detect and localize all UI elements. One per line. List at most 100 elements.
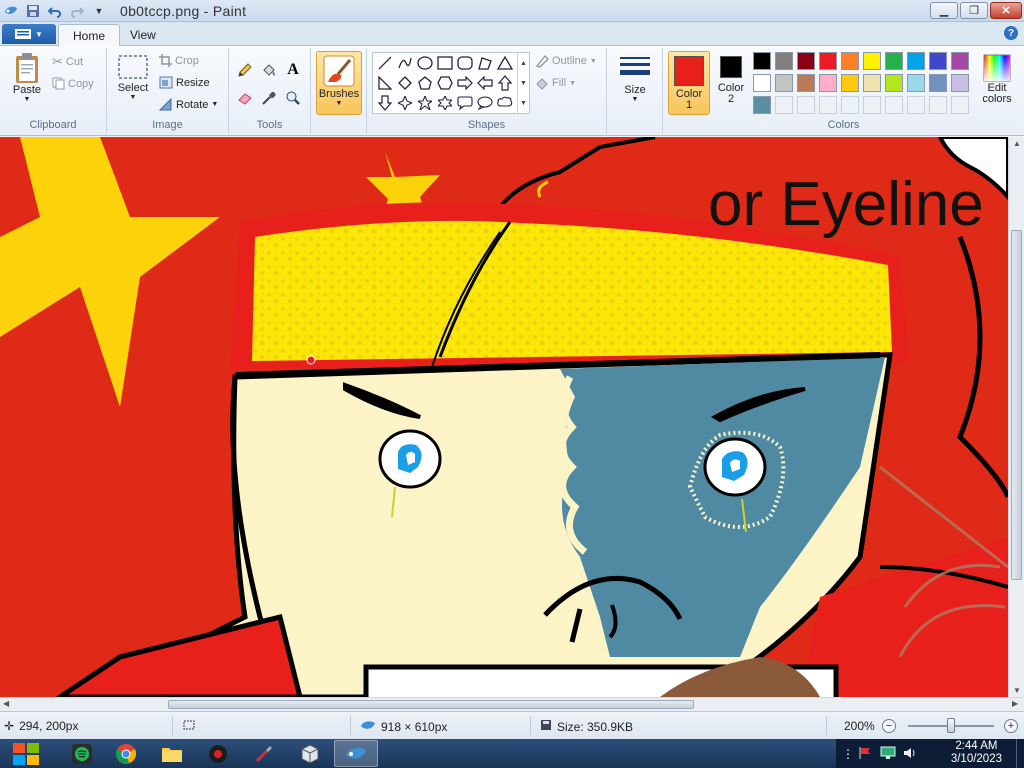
- oval-shape-icon[interactable]: [415, 54, 435, 72]
- palette-swatch-empty[interactable]: [885, 96, 903, 114]
- six-point-star-icon[interactable]: [435, 94, 455, 112]
- oval-callout-icon[interactable]: [475, 94, 495, 112]
- redo-icon[interactable]: [68, 2, 86, 20]
- horizontal-scroll-thumb[interactable]: [168, 700, 694, 709]
- chevron-down-icon[interactable]: ▼: [520, 80, 527, 87]
- close-button[interactable]: ✕: [990, 2, 1022, 19]
- taskbar-file-explorer[interactable]: [150, 740, 194, 767]
- palette-swatch[interactable]: [841, 52, 859, 70]
- palette-swatch-empty[interactable]: [841, 96, 859, 114]
- minimize-button[interactable]: ▁: [930, 2, 958, 19]
- maximize-button[interactable]: ❐: [960, 2, 988, 19]
- crop-button[interactable]: Crop: [159, 54, 199, 67]
- text-tool-icon[interactable]: A: [283, 60, 303, 80]
- palette-swatch-empty[interactable]: [797, 96, 815, 114]
- palette-swatch[interactable]: [753, 96, 771, 114]
- palette-swatch[interactable]: [885, 52, 903, 70]
- rounded-rectangle-shape-icon[interactable]: [455, 54, 475, 72]
- five-point-star-icon[interactable]: [415, 94, 435, 112]
- taskbar-tool[interactable]: [242, 740, 286, 767]
- file-menu-button[interactable]: ▼: [2, 24, 56, 44]
- magnifier-icon[interactable]: [283, 88, 303, 108]
- palette-swatch[interactable]: [775, 74, 793, 92]
- palette-swatch[interactable]: [929, 74, 947, 92]
- zoom-slider-thumb[interactable]: [947, 718, 955, 733]
- vertical-scrollbar[interactable]: ▲ ▼: [1008, 137, 1024, 697]
- palette-swatch-empty[interactable]: [907, 96, 925, 114]
- undo-icon[interactable]: [46, 2, 64, 20]
- scroll-left-icon[interactable]: ◀: [3, 699, 9, 708]
- palette-swatch-empty[interactable]: [929, 96, 947, 114]
- polygon-shape-icon[interactable]: [475, 54, 495, 72]
- flag-icon[interactable]: [858, 746, 872, 765]
- cut-button[interactable]: ✂ Cut: [52, 54, 83, 70]
- palette-swatch[interactable]: [863, 52, 881, 70]
- expand-gallery-icon[interactable]: ▼: [520, 100, 527, 107]
- palette-swatch-empty[interactable]: [951, 96, 969, 114]
- brushes-button[interactable]: Brushes ▼: [316, 51, 362, 115]
- pentagon-shape-icon[interactable]: [415, 74, 435, 92]
- palette-swatch[interactable]: [753, 74, 771, 92]
- resize-button[interactable]: Resize: [159, 76, 210, 89]
- vertical-scroll-thumb[interactable]: [1011, 230, 1022, 580]
- up-arrow-shape-icon[interactable]: [495, 74, 515, 92]
- taskbar-virtualbox[interactable]: [288, 740, 332, 767]
- select-button[interactable]: Select ▼: [115, 54, 151, 101]
- start-button[interactable]: [4, 740, 48, 767]
- fill-bucket-icon[interactable]: [259, 60, 279, 80]
- scroll-up-icon[interactable]: ▲: [1013, 139, 1021, 148]
- palette-swatch[interactable]: [775, 52, 793, 70]
- edit-colors-button[interactable]: Edit colors: [977, 54, 1017, 105]
- palette-swatch-empty[interactable]: [775, 96, 793, 114]
- right-arrow-shape-icon[interactable]: [455, 74, 475, 92]
- taskbar-chrome[interactable]: [104, 740, 148, 767]
- canvas-viewport[interactable]: or Eyeline: [0, 137, 1008, 697]
- eraser-icon[interactable]: [235, 88, 255, 108]
- paste-button[interactable]: Paste ▼: [8, 52, 46, 103]
- hexagon-shape-icon[interactable]: [435, 74, 455, 92]
- cloud-callout-icon[interactable]: [495, 94, 515, 112]
- palette-swatch[interactable]: [885, 74, 903, 92]
- down-arrow-shape-icon[interactable]: [375, 94, 395, 112]
- rotate-button[interactable]: Rotate ▼: [159, 98, 218, 111]
- triangle-shape-icon[interactable]: [495, 54, 515, 72]
- zoom-in-button[interactable]: +: [1004, 719, 1018, 733]
- palette-swatch-empty[interactable]: [863, 96, 881, 114]
- save-icon[interactable]: [24, 2, 42, 20]
- palette-swatch[interactable]: [819, 52, 837, 70]
- color2-button[interactable]: Color 2: [713, 56, 749, 105]
- line-shape-icon[interactable]: [375, 54, 395, 72]
- right-triangle-shape-icon[interactable]: [375, 74, 395, 92]
- palette-swatch[interactable]: [907, 74, 925, 92]
- scroll-down-icon[interactable]: ▼: [1013, 686, 1021, 695]
- pencil-icon[interactable]: [235, 60, 255, 80]
- taskbar-spotify[interactable]: [60, 740, 104, 767]
- palette-swatch[interactable]: [929, 52, 947, 70]
- show-desktop-button[interactable]: [1016, 739, 1024, 768]
- size-button[interactable]: Size ▼: [615, 54, 655, 103]
- palette-swatch[interactable]: [907, 52, 925, 70]
- zoom-out-button[interactable]: −: [882, 719, 896, 733]
- outline-button[interactable]: Outline ▼: [535, 54, 597, 68]
- palette-swatch-empty[interactable]: [819, 96, 837, 114]
- scroll-right-icon[interactable]: ▶: [1012, 699, 1018, 708]
- taskbar-obs[interactable]: [196, 740, 240, 767]
- palette-swatch[interactable]: [951, 52, 969, 70]
- tab-home[interactable]: Home: [58, 24, 121, 46]
- left-arrow-shape-icon[interactable]: [475, 74, 495, 92]
- customize-qat-icon[interactable]: ▼: [90, 2, 108, 20]
- palette-swatch[interactable]: [797, 74, 815, 92]
- tray-overflow-icon[interactable]: ⋮: [842, 747, 854, 761]
- clock[interactable]: 2:44 AM 3/10/2023: [951, 740, 1002, 766]
- horizontal-scrollbar[interactable]: ◀ ▶: [0, 697, 1024, 711]
- rounded-callout-icon[interactable]: [455, 94, 475, 112]
- tab-view[interactable]: View: [116, 24, 170, 46]
- color-picker-icon[interactable]: [259, 88, 279, 108]
- four-point-star-icon[interactable]: [395, 94, 415, 112]
- chevron-up-icon[interactable]: ▲: [520, 60, 527, 67]
- taskbar-paint[interactable]: [334, 740, 378, 767]
- color1-button[interactable]: Color 1: [668, 51, 710, 115]
- drawing-canvas[interactable]: or Eyeline: [0, 137, 1008, 697]
- volume-icon[interactable]: [902, 746, 918, 765]
- diamond-shape-icon[interactable]: [395, 74, 415, 92]
